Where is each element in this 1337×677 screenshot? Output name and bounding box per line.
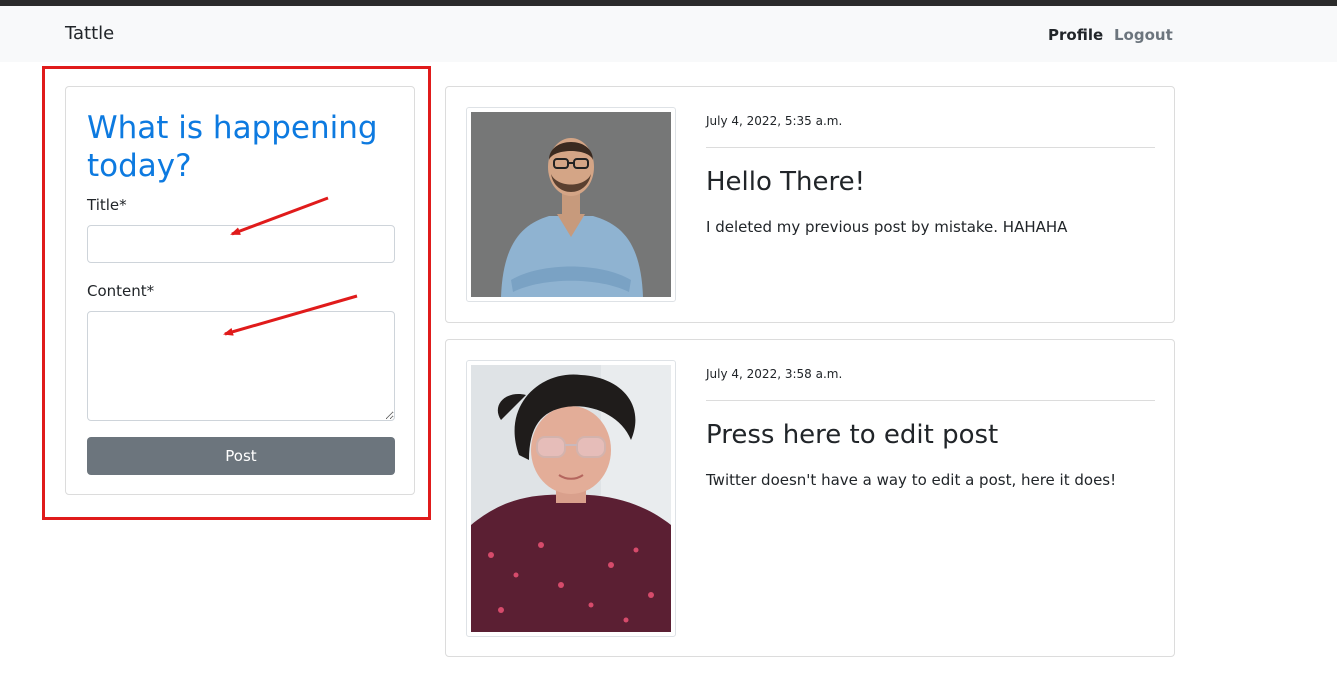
title-input[interactable] bbox=[87, 225, 395, 263]
post-author-photo bbox=[466, 360, 676, 637]
new-post-form-card: What is happening today? Title* Content*… bbox=[65, 86, 415, 495]
post-date: July 4, 2022, 3:58 a.m. bbox=[706, 367, 843, 381]
post-card[interactable]: July 4, 2022, 5:35 a.m. Hello There! I d… bbox=[445, 86, 1175, 323]
post-button[interactable]: Post bbox=[87, 437, 395, 475]
post-divider bbox=[706, 400, 1155, 401]
post-card[interactable]: July 4, 2022, 3:58 a.m. Press here to ed… bbox=[445, 339, 1175, 657]
nav-profile-link[interactable]: Profile bbox=[1048, 26, 1103, 44]
post-title[interactable]: Hello There! bbox=[706, 167, 865, 197]
post-date: July 4, 2022, 5:35 a.m. bbox=[706, 114, 843, 128]
content-textarea[interactable] bbox=[87, 311, 395, 421]
form-heading: What is happening today? bbox=[87, 110, 378, 184]
brand-link[interactable]: Tattle bbox=[65, 23, 114, 44]
post-divider bbox=[706, 147, 1155, 148]
post-author-photo bbox=[466, 107, 676, 302]
title-label: Title* bbox=[87, 196, 127, 214]
woman-portrait-image bbox=[471, 365, 671, 632]
nav-logout-link[interactable]: Logout bbox=[1114, 26, 1173, 44]
post-content: Twitter doesn't have a way to edit a pos… bbox=[706, 471, 1117, 489]
man-portrait-image bbox=[471, 112, 671, 297]
navbar: Tattle Profile Logout bbox=[0, 6, 1337, 62]
content-label: Content* bbox=[87, 282, 155, 300]
post-title[interactable]: Press here to edit post bbox=[706, 420, 998, 450]
post-content: I deleted my previous post by mistake. H… bbox=[706, 218, 1068, 236]
